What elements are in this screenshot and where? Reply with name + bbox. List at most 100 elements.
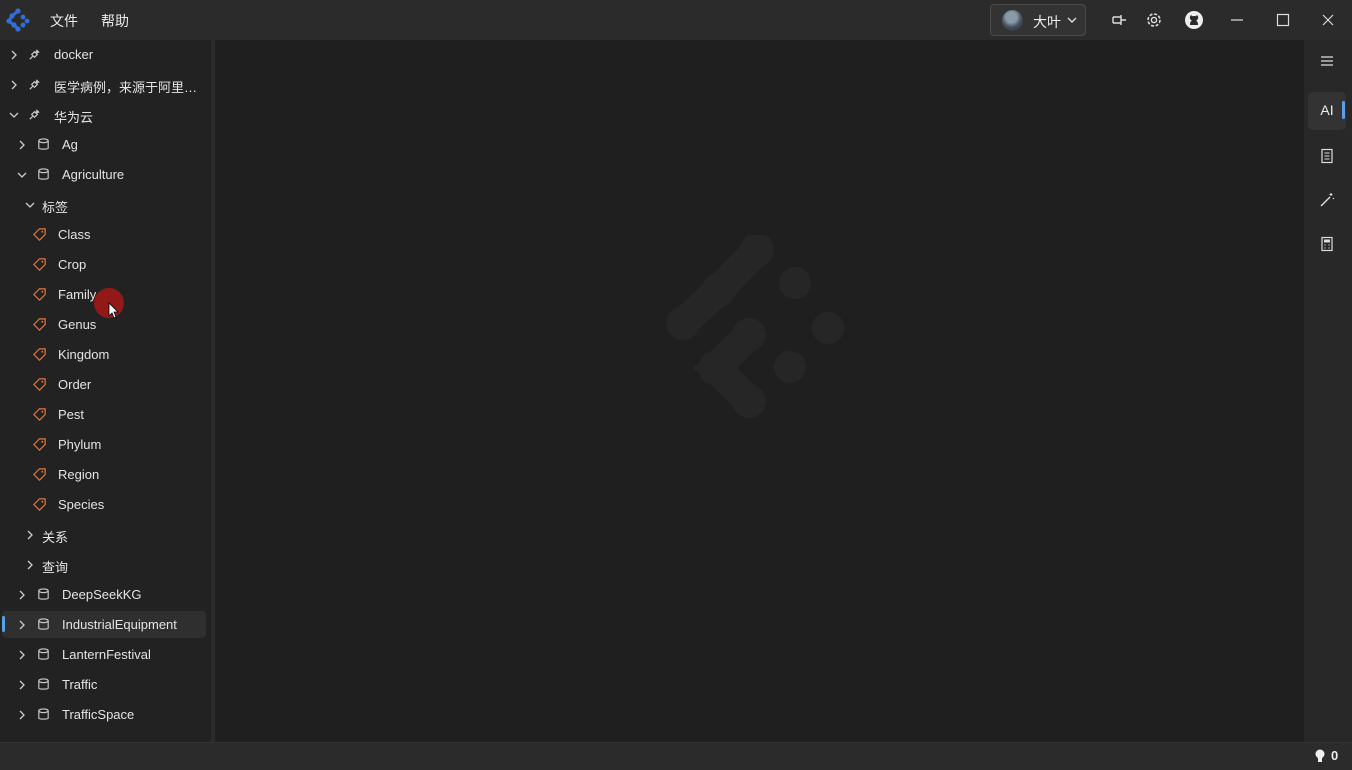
tag-icon: [33, 288, 46, 301]
tree-label: Genus: [58, 317, 97, 332]
chevron-right-icon[interactable]: [16, 619, 28, 631]
plug-icon: [29, 79, 40, 90]
minimize-icon[interactable]: [1227, 10, 1247, 30]
tree-label: 华为云: [54, 110, 94, 125]
tree-connection[interactable]: docker: [0, 40, 210, 70]
tree-group-tags[interactable]: 标签: [0, 190, 210, 220]
chevron-right-icon[interactable]: [24, 559, 36, 571]
tree-tag[interactable]: Pest: [0, 400, 210, 430]
chevron-right-icon[interactable]: [8, 49, 20, 61]
tree-label: 查询: [42, 560, 69, 575]
calculator-button[interactable]: [1308, 225, 1346, 263]
tree-database[interactable]: DeepSeekKG: [0, 580, 210, 610]
tree-database[interactable]: Ag: [0, 130, 210, 160]
database-icon: [38, 708, 49, 720]
lightbulb-icon[interactable]: [1314, 749, 1326, 763]
pin-icon[interactable]: [1109, 10, 1129, 30]
tree-label: 标签: [42, 200, 69, 215]
github-icon[interactable]: [1184, 10, 1204, 30]
database-icon: [38, 618, 49, 630]
chevron-right-icon[interactable]: [16, 679, 28, 691]
magic-wand-icon: [1320, 193, 1335, 207]
tree-label: LanternFestival: [62, 647, 151, 662]
plug-icon: [29, 109, 40, 120]
database-icon: [38, 168, 49, 180]
menu-button[interactable]: [1308, 42, 1346, 80]
connection-tree: docker 医学病例，来源于阿里云... 华为云 Ag Agriculture…: [0, 40, 210, 742]
tag-icon: [33, 498, 46, 511]
chevron-right-icon[interactable]: [16, 709, 28, 721]
menu-help[interactable]: 帮助: [101, 11, 129, 31]
tree-database[interactable]: Traffic: [0, 670, 210, 700]
tag-icon: [33, 228, 46, 241]
chevron-down-icon[interactable]: [24, 199, 36, 211]
tree-group-relations[interactable]: 关系: [0, 520, 210, 550]
tree-label: 医学病例，来源于阿里云...: [54, 80, 204, 95]
app-logo-watermark-icon: [666, 235, 844, 418]
tree-tag[interactable]: Kingdom: [0, 340, 210, 370]
menu-icon: [1321, 56, 1333, 66]
tree-label: DeepSeekKG: [62, 587, 142, 602]
user-name: 大叶: [1033, 14, 1061, 30]
tag-icon: [33, 258, 46, 271]
chevron-right-icon[interactable]: [24, 529, 36, 541]
tree-group-queries[interactable]: 查询: [0, 550, 210, 580]
chevron-down-icon[interactable]: [16, 169, 28, 181]
tag-icon: [33, 468, 46, 481]
notes-button[interactable]: [1308, 137, 1346, 175]
tree-database-selected[interactable]: IndustrialEquipment: [0, 610, 210, 640]
chevron-down-icon[interactable]: [8, 109, 20, 121]
right-toolbar: AI: [1304, 40, 1352, 742]
tree-label: Region: [58, 467, 100, 482]
tree-label: Family: [58, 287, 97, 302]
chevron-right-icon[interactable]: [8, 79, 20, 91]
tag-icon: [33, 408, 46, 421]
status-bar: 0: [0, 742, 1352, 770]
ai-tab-label: AI: [1320, 102, 1334, 118]
active-tab-indicator: [1342, 101, 1345, 119]
database-icon: [38, 138, 49, 150]
tree-database[interactable]: TrafficSpace: [0, 700, 210, 730]
menu-file[interactable]: 文件: [50, 11, 78, 31]
gear-icon[interactable]: [1144, 10, 1164, 30]
tree-label: Class: [58, 227, 91, 242]
tree-database[interactable]: LanternFestival: [0, 640, 210, 670]
tree-label: TrafficSpace: [62, 707, 135, 722]
tag-icon: [33, 378, 46, 391]
tree-tag[interactable]: Crop: [0, 250, 210, 280]
tree-connection[interactable]: 医学病例，来源于阿里云...: [0, 70, 210, 100]
database-icon: [38, 648, 49, 660]
mouse-cursor-icon: [108, 302, 119, 319]
tree-label: Ag: [62, 137, 78, 152]
chevron-right-icon[interactable]: [16, 649, 28, 661]
tree-label: Pest: [58, 407, 85, 422]
magic-wand-button[interactable]: [1308, 181, 1346, 219]
avatar: [1002, 10, 1023, 31]
tree-tag[interactable]: Phylum: [0, 430, 210, 460]
tag-icon: [33, 318, 46, 331]
close-icon[interactable]: [1318, 10, 1338, 30]
plug-icon: [29, 49, 40, 60]
tree-label: IndustrialEquipment: [62, 617, 177, 632]
tree-database[interactable]: Agriculture: [0, 160, 210, 190]
maximize-icon[interactable]: [1273, 10, 1293, 30]
notification-count: 0: [1331, 748, 1339, 763]
tree-label: Crop: [58, 257, 87, 272]
tag-icon: [33, 348, 46, 361]
tree-label: Agriculture: [62, 167, 125, 182]
chevron-right-icon[interactable]: [16, 589, 28, 601]
ai-tab[interactable]: AI: [1308, 92, 1346, 130]
database-icon: [38, 678, 49, 690]
user-switcher[interactable]: 大叶: [990, 4, 1086, 36]
app-logo-icon: [6, 8, 30, 32]
tree-tag[interactable]: Region: [0, 460, 210, 490]
calculator-icon: [1321, 236, 1333, 252]
tree-tag[interactable]: Order: [0, 370, 210, 400]
tree-connection[interactable]: 华为云: [0, 100, 210, 130]
chevron-right-icon[interactable]: [16, 139, 28, 151]
notes-icon: [1321, 148, 1333, 164]
chevron-down-icon: [1067, 17, 1077, 23]
tree-label: Phylum: [58, 437, 102, 452]
tree-tag[interactable]: Class: [0, 220, 210, 250]
tree-tag[interactable]: Species: [0, 490, 210, 520]
